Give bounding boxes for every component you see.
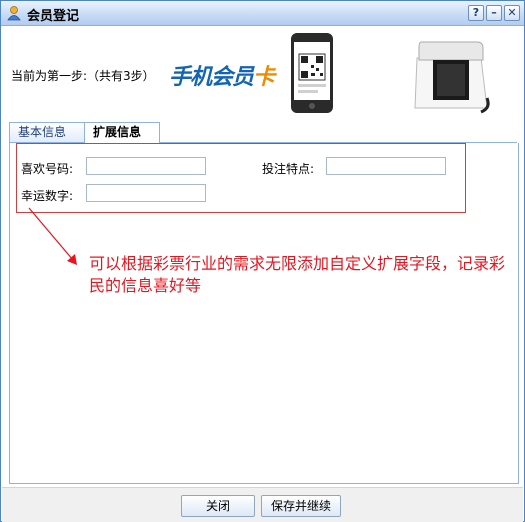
close-window-button[interactable]: ✕ [504, 5, 520, 21]
tab-bar: 基本信息 扩展信息 [9, 120, 517, 143]
tab-extended-info[interactable]: 扩展信息 [84, 122, 160, 143]
mobile-member-card-logo: 手机会员卡 [169, 59, 275, 91]
favorite-number-label: 喜欢号码: [21, 162, 74, 176]
annotation-arrow [28, 207, 77, 265]
logo-accent-text: 卡 [253, 65, 275, 90]
logo-main-text: 手机会员 [169, 65, 254, 90]
help-button[interactable]: ? [468, 5, 484, 21]
lucky-number-label: 幸运数字: [21, 189, 74, 203]
minimize-button[interactable]: – [486, 5, 502, 21]
window-title: 会员登记 [27, 9, 80, 24]
app-user-icon [7, 6, 21, 21]
smartphone-qr-image [291, 33, 333, 113]
lucky-number-input[interactable] [86, 184, 206, 202]
annotation-text: 可以根据彩票行业的需求无限添加自定义扩展字段，记录彩民的信息喜好等 [89, 254, 506, 295]
annotation-highlight-box [16, 143, 466, 213]
save-and-continue-button[interactable]: 保存并继续 [261, 495, 341, 517]
title-bar[interactable]: 会员登记 ? – ✕ [1, 1, 524, 26]
betting-feature-input[interactable] [326, 157, 446, 175]
tab-basic-info[interactable]: 基本信息 [9, 122, 85, 142]
member-registration-window: 会员登记 ? – ✕ 当前为第一步:（共有3步） 手机会员卡 基本信息 扩展信息… [0, 0, 525, 522]
qr-scanner-device-image [414, 41, 490, 114]
favorite-number-input[interactable] [86, 157, 206, 175]
step-indicator: 当前为第一步:（共有3步） [11, 69, 155, 83]
betting-feature-label: 投注特点: [262, 162, 315, 176]
close-button[interactable]: 关闭 [181, 495, 255, 517]
